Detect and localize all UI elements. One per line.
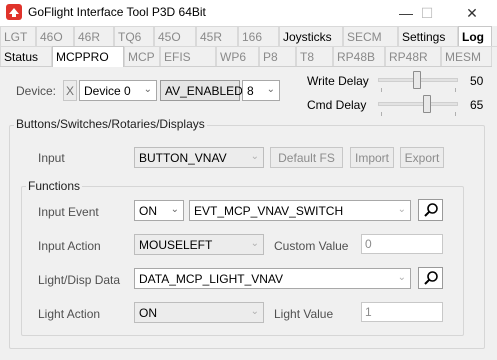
chevron-down-icon: ⌄ (266, 84, 275, 95)
tab-t8[interactable]: T8 (296, 46, 333, 66)
chevron-down-icon: ⌄ (170, 204, 179, 215)
light-disp-search-button[interactable] (418, 267, 443, 289)
input-select[interactable]: BUTTON_VNAV ⌄ (134, 147, 264, 168)
window-title: GoFlight Interface Tool P3D 64Bit (28, 5, 206, 19)
tab-efis[interactable]: EFIS (160, 46, 216, 66)
export-button[interactable]: Export (400, 147, 444, 168)
tab-rp48b[interactable]: RP48B (333, 46, 385, 66)
tab-mcp[interactable]: MCP (124, 46, 160, 66)
tab-log[interactable]: Log (458, 26, 492, 46)
tab-45o[interactable]: 45O (154, 26, 196, 46)
light-value-label: Light Value (274, 307, 334, 321)
buttons-group-title: Buttons/Switches/Rotaries/Displays (14, 117, 207, 131)
write-delay-tick (455, 88, 456, 92)
tab-status[interactable]: Status (0, 46, 52, 66)
cmd-delay-slider[interactable] (423, 95, 431, 113)
write-delay-tick (381, 88, 382, 92)
cmd-delay-tick (381, 112, 382, 116)
tab-joysticks[interactable]: Joysticks (279, 26, 343, 46)
tab-45r[interactable]: 45R (196, 26, 238, 46)
device-select[interactable]: Device 0 ⌄ (79, 80, 157, 101)
chevron-down-icon: ⌄ (397, 272, 406, 283)
input-action-select[interactable]: MOUSELEFT ⌄ (134, 234, 264, 255)
tab-p8[interactable]: P8 (259, 46, 296, 66)
chevron-down-icon: ⌄ (250, 238, 259, 249)
light-action-label: Light Action (38, 307, 101, 321)
tab-rp48r[interactable]: RP48R (385, 46, 441, 66)
search-icon (423, 203, 438, 217)
write-delay-label: Write Delay (307, 74, 369, 88)
cmd-delay-value: 65 (470, 98, 484, 112)
custom-value-label: Custom Value (274, 239, 349, 253)
chevron-down-icon: ⌄ (250, 306, 259, 317)
tab-wp6[interactable]: WP6 (216, 46, 259, 66)
light-disp-data-select[interactable]: DATA_MCP_LIGHT_VNAV ⌄ (134, 268, 411, 289)
tab-46r[interactable]: 46R (74, 26, 114, 46)
maximize-icon: ☐ (420, 4, 434, 21)
device-index-select[interactable]: 8 ⌄ (242, 80, 280, 101)
input-label: Input (38, 151, 65, 165)
chevron-down-icon: ⌄ (250, 151, 259, 162)
input-event-select[interactable]: EVT_MCP_VNAV_SWITCH ⌄ (189, 200, 411, 221)
device-status: AV_ENABLED (160, 80, 243, 101)
light-disp-data-label: Light/Disp Data (38, 273, 121, 287)
device-clear-button[interactable]: X (63, 80, 77, 101)
chevron-down-icon: ⌄ (143, 84, 152, 95)
tab-tq6[interactable]: TQ6 (114, 26, 154, 46)
functions-group-title: Functions (26, 179, 83, 193)
write-delay-value: 50 (470, 74, 484, 88)
chevron-down-icon: ⌄ (397, 204, 406, 215)
tab-166[interactable]: 166 (238, 26, 279, 46)
goflight-app-icon (5, 3, 23, 21)
tab-settings[interactable]: Settings (398, 26, 458, 46)
maximize-button[interactable]: ☐ (409, 0, 445, 26)
cmd-delay-track (378, 102, 458, 106)
search-icon (423, 271, 438, 285)
close-button[interactable]: ✕ (454, 0, 490, 26)
write-delay-slider[interactable] (413, 71, 421, 89)
device-label: Device: (16, 84, 57, 98)
input-event-search-button[interactable] (418, 199, 443, 221)
light-action-select[interactable]: ON ⌄ (134, 302, 264, 323)
tab-secm[interactable]: SECM (343, 26, 398, 46)
input-action-label: Input Action (38, 239, 101, 253)
close-icon: ✕ (466, 4, 478, 21)
light-value-input[interactable]: 1 (361, 302, 443, 322)
tab-mcppro[interactable]: MCPPRO (52, 46, 124, 67)
import-button[interactable]: Import (350, 147, 394, 168)
default-fs-button[interactable]: Default FS (270, 147, 343, 168)
cmd-delay-label: Cmd Delay (307, 98, 367, 112)
custom-value-input[interactable]: 0 (361, 234, 443, 254)
input-event-state-select[interactable]: ON ⌄ (134, 200, 184, 221)
tab-mesm[interactable]: MESM (441, 46, 492, 66)
cmd-delay-tick (455, 112, 456, 116)
tab-lgt[interactable]: LGT (0, 26, 36, 46)
tab-46o[interactable]: 46O (36, 26, 74, 46)
input-event-label: Input Event (38, 205, 99, 219)
